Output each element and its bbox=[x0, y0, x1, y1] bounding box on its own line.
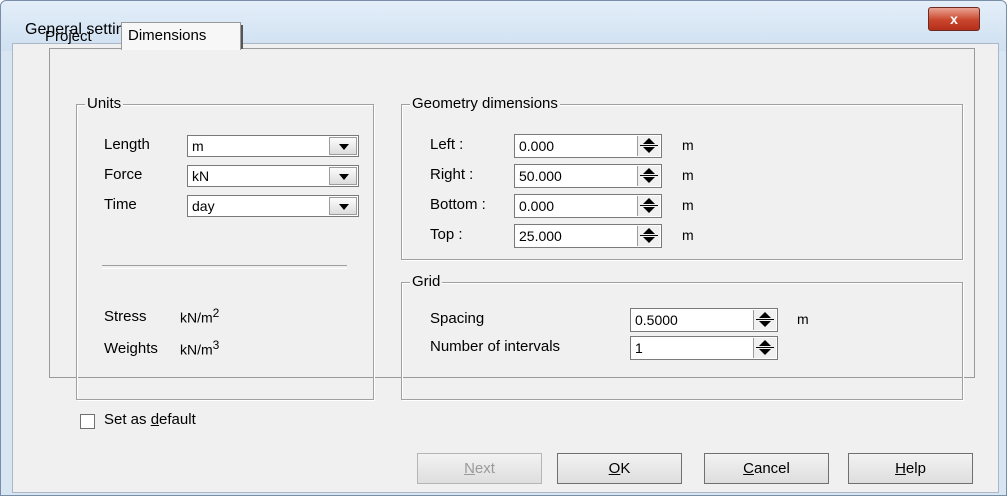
chevron-down-icon[interactable] bbox=[329, 197, 357, 215]
next-accel: N bbox=[464, 460, 475, 477]
next-button[interactable]: Next bbox=[417, 453, 542, 484]
time-select[interactable]: day bbox=[187, 195, 359, 217]
length-select[interactable]: m bbox=[187, 135, 359, 157]
set-as-default-label[interactable]: Set as default bbox=[104, 411, 196, 428]
chevron-down-icon[interactable] bbox=[329, 137, 357, 155]
ok-accel: O bbox=[608, 460, 621, 477]
top-value: 25.000 bbox=[519, 228, 562, 244]
help-rest: elp bbox=[905, 460, 926, 477]
intervals-input[interactable]: 1 bbox=[630, 336, 778, 360]
stress-unit-text: kN/m bbox=[180, 309, 213, 326]
spacing-unit: m bbox=[797, 311, 809, 327]
bottom-unit: m bbox=[682, 197, 694, 213]
left-unit: m bbox=[682, 137, 694, 153]
left-value: 0.000 bbox=[519, 138, 555, 154]
spin-buttons-icon[interactable] bbox=[753, 310, 776, 330]
bottom-value: 0.000 bbox=[519, 198, 555, 214]
cancel-button[interactable]: Cancel bbox=[704, 453, 829, 484]
weights-unit: kN/m3 bbox=[180, 338, 219, 358]
cancel-rest: ancel bbox=[753, 460, 790, 477]
weights-unit-exponent: 3 bbox=[212, 338, 220, 352]
length-label: Length bbox=[104, 136, 150, 153]
help-button[interactable]: Help bbox=[848, 453, 973, 484]
right-input[interactable]: 50.000 bbox=[514, 164, 662, 188]
spin-buttons-icon[interactable] bbox=[753, 338, 776, 358]
chevron-down-icon[interactable] bbox=[329, 167, 357, 185]
force-select[interactable]: kN bbox=[187, 165, 359, 187]
left-input[interactable]: 0.000 bbox=[514, 134, 662, 158]
spin-buttons-icon[interactable] bbox=[637, 166, 660, 186]
weights-label: Weights bbox=[104, 340, 158, 357]
intervals-label: Number of intervals bbox=[430, 338, 561, 355]
tab-project[interactable]: Project bbox=[39, 26, 119, 48]
weights-unit-text: kN/m bbox=[180, 341, 213, 358]
set-default-prefix: Set as bbox=[104, 411, 151, 428]
length-value: m bbox=[192, 138, 204, 154]
bottom-label: Bottom : bbox=[430, 196, 486, 213]
top-unit: m bbox=[682, 227, 694, 243]
next-rest: ext bbox=[474, 460, 495, 477]
stress-unit-exponent: 2 bbox=[212, 306, 220, 320]
stress-label: Stress bbox=[104, 308, 147, 325]
spacing-label: Spacing bbox=[430, 310, 485, 327]
units-group-label: Units bbox=[85, 95, 124, 112]
set-as-default-checkbox[interactable] bbox=[80, 414, 95, 429]
set-default-suffix: efault bbox=[159, 411, 196, 428]
spin-buttons-icon[interactable] bbox=[637, 196, 660, 216]
ok-button[interactable]: OK bbox=[557, 453, 682, 484]
right-label: Right : bbox=[430, 166, 474, 183]
tab-dimensions[interactable]: Dimensions bbox=[121, 22, 243, 50]
left-label: Left : bbox=[430, 136, 464, 153]
geometry-group-label: Geometry dimensions bbox=[410, 95, 560, 112]
bottom-input[interactable]: 0.000 bbox=[514, 194, 662, 218]
spacing-value: 0.5000 bbox=[635, 312, 678, 328]
right-value: 50.000 bbox=[519, 168, 562, 184]
top-input[interactable]: 25.000 bbox=[514, 224, 662, 248]
cancel-accel: C bbox=[743, 460, 754, 477]
intervals-value: 1 bbox=[635, 340, 643, 356]
force-label: Force bbox=[104, 166, 143, 183]
force-value: kN bbox=[192, 168, 210, 184]
right-unit: m bbox=[682, 167, 694, 183]
grid-group-label: Grid bbox=[410, 273, 443, 290]
stress-unit: kN/m2 bbox=[180, 306, 219, 326]
set-default-accel: d bbox=[150, 411, 160, 428]
help-accel: H bbox=[895, 460, 906, 477]
top-label: Top : bbox=[430, 226, 463, 243]
time-label: Time bbox=[104, 196, 137, 213]
spin-buttons-icon[interactable] bbox=[637, 136, 660, 156]
spacing-input[interactable]: 0.5000 bbox=[630, 308, 778, 332]
units-divider bbox=[102, 265, 347, 269]
spin-buttons-icon[interactable] bbox=[637, 226, 660, 246]
ok-rest: K bbox=[620, 460, 631, 477]
close-button[interactable]: x bbox=[928, 7, 980, 31]
time-value: day bbox=[192, 198, 215, 214]
